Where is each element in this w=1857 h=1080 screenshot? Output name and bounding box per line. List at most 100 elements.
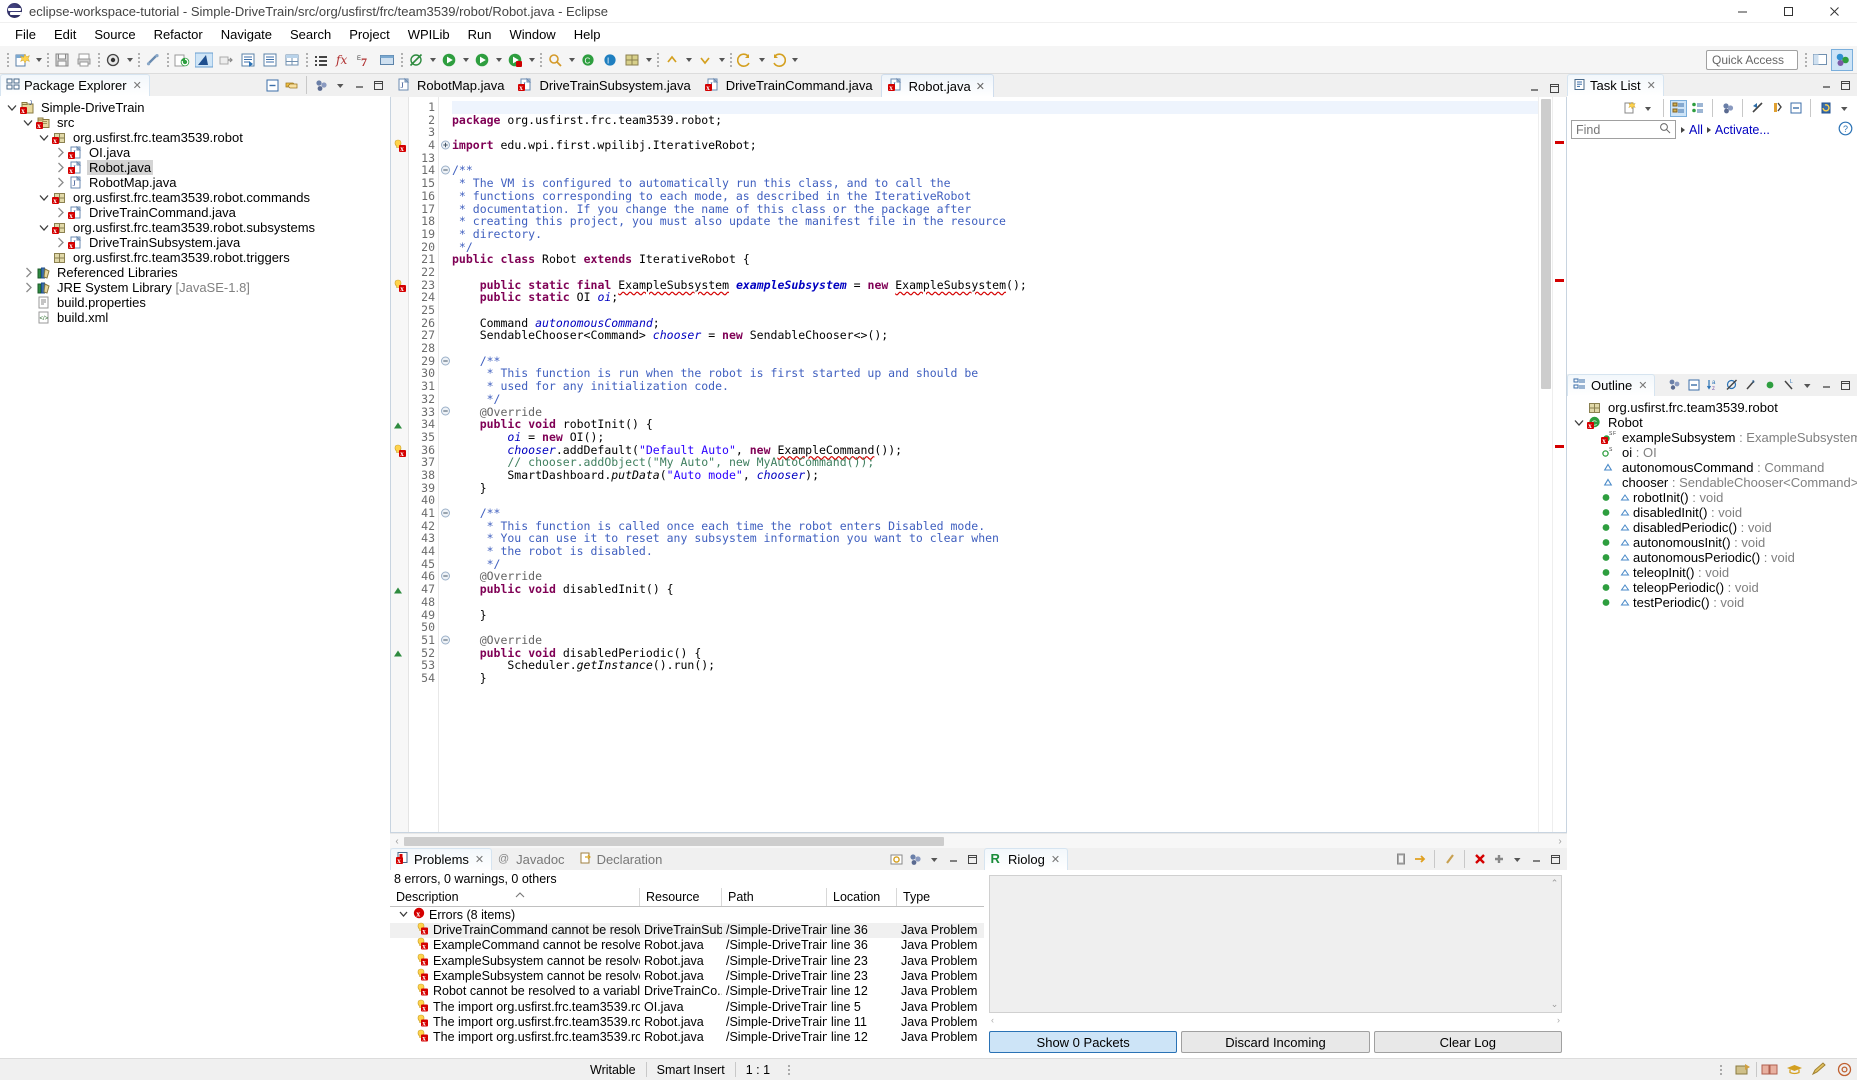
ez-icon[interactable]: E7 <box>354 49 376 71</box>
chevron-down-icon[interactable] <box>4 100 20 115</box>
debug-dropdown[interactable] <box>124 49 135 71</box>
java-perspective-icon[interactable] <box>1831 48 1853 71</box>
quick-access-input[interactable]: Quick Access <box>1706 49 1798 70</box>
chevron-right-icon[interactable] <box>52 235 68 250</box>
filter-all-link[interactable]: All <box>1689 123 1703 137</box>
view-menu-icon[interactable] <box>313 77 330 94</box>
build-icon[interactable] <box>1731 1059 1756 1080</box>
problems-table-row[interactable]: x The import org.usfirst.frc.team3539.rob… <box>390 1029 984 1045</box>
problems-table-row[interactable]: x ExampleSubsystem cannot be resolved to … <box>390 953 984 968</box>
close-icon[interactable]: ✕ <box>1638 379 1647 392</box>
riolog-maximize-icon[interactable] <box>1547 851 1564 868</box>
hide-nonpublic-icon[interactable] <box>1761 377 1778 394</box>
outline-item-robot[interactable]: Cx Robot <box>1567 415 1857 430</box>
chevron-down-icon[interactable] <box>398 908 409 922</box>
column-header-resource[interactable]: Resource <box>640 888 722 906</box>
link-icon[interactable] <box>142 49 164 71</box>
column-header-type[interactable]: Type <box>897 888 984 906</box>
editor-marker-column[interactable]: x x x <box>391 97 409 832</box>
menu-run[interactable]: Run <box>459 25 501 44</box>
maximize-icon[interactable] <box>370 77 387 94</box>
target-icon[interactable] <box>1832 1059 1857 1080</box>
terminate-red-icon[interactable] <box>1471 851 1488 868</box>
focus-on-selection-icon[interactable] <box>888 851 905 868</box>
skip-breakpoints-dropdown[interactable] <box>427 49 438 71</box>
tab-task-list[interactable]: Task List ✕ <box>1567 74 1664 96</box>
editor-tab-robot-java[interactable]: JxRobot.java ✕ <box>880 74 994 97</box>
new-task-icon[interactable] <box>1621 100 1638 117</box>
menu-window[interactable]: Window <box>500 25 564 44</box>
problems-view-menu-icon[interactable] <box>926 851 943 868</box>
riolog-console-hscrollbar[interactable]: ‹ › <box>989 1013 1562 1026</box>
next-annotation-dropdown[interactable] <box>716 49 727 71</box>
chevron-down-icon[interactable] <box>1571 415 1587 430</box>
restore-tasks-icon[interactable] <box>1768 100 1785 117</box>
run-external-dropdown[interactable] <box>526 49 537 71</box>
help-icon[interactable]: ? <box>1838 121 1853 139</box>
column-header-location[interactable]: Location <box>827 888 897 906</box>
minimize-button[interactable] <box>1719 0 1765 23</box>
menu-file[interactable]: File <box>6 25 45 44</box>
tree-item-org-usfirst-frc-team3539-robot-subsystems[interactable]: x org.usfirst.frc.team3539.robot.subsyste… <box>0 220 390 235</box>
filters-icon[interactable] <box>907 851 924 868</box>
fold-minus-icon[interactable] <box>439 570 452 583</box>
tab-outline[interactable]: Outline ✕ <box>1567 374 1656 396</box>
outline-item-examplesubsystem[interactable]: S Fx exampleSubsystem : ExampleSubsystem <box>1567 430 1857 445</box>
tab-javadoc[interactable]: @ Javadoc <box>492 848 573 870</box>
fold-minus-icon[interactable] <box>439 507 452 520</box>
tree-item-jre-system-library[interactable]: JRE System Library [JavaSE-1.8] <box>0 280 390 295</box>
close-icon[interactable]: ✕ <box>1647 79 1656 92</box>
editor-minimize-icon[interactable] <box>1526 80 1543 97</box>
discard-incoming-button[interactable]: Discard Incoming <box>1181 1031 1370 1053</box>
outline-view-menu-icon[interactable] <box>1799 377 1816 394</box>
properties-icon[interactable] <box>259 49 281 71</box>
problems-table[interactable]: Description Resource Path Location Type x <box>390 888 984 1045</box>
add-icon[interactable] <box>1490 851 1507 868</box>
menu-project[interactable]: Project <box>340 25 398 44</box>
riolog-view-menu-icon[interactable] <box>1509 851 1526 868</box>
menu-source[interactable]: Source <box>85 25 144 44</box>
tab-declaration[interactable]: Declaration <box>572 848 671 870</box>
outline-item-teleopinit[interactable]: teleopInit() : void <box>1567 565 1857 580</box>
new-wizard-icon[interactable] <box>11 49 33 71</box>
fold-minus-icon[interactable] <box>439 355 452 368</box>
graduation-icon[interactable] <box>1782 1059 1807 1080</box>
problems-minimize-icon[interactable] <box>945 851 962 868</box>
scroll-lock-icon[interactable] <box>1411 851 1428 868</box>
pause-icon[interactable] <box>1441 851 1458 868</box>
close-icon[interactable]: ✕ <box>475 853 484 866</box>
problems-table-row[interactable]: x Robot cannot be resolved to a variable D… <box>390 984 984 999</box>
view-dropdown-icon[interactable] <box>332 77 349 94</box>
open-type-icon[interactable]: C <box>577 49 599 71</box>
chevron-right-icon[interactable] <box>52 145 68 160</box>
editor-tab-robotmap-java[interactable]: J RobotMap.java <box>390 74 513 97</box>
outline-item-testperiodic[interactable]: testPeriodic() : void <box>1567 595 1857 610</box>
column-header-description[interactable]: Description <box>390 888 640 906</box>
tree-item-robotmap-java[interactable]: J RobotMap.java <box>0 175 390 190</box>
outline-item-robotinit[interactable]: robotInit() : void <box>1567 490 1857 505</box>
filter-all-arrow-icon[interactable] <box>1681 126 1685 133</box>
deploy-icon[interactable] <box>215 49 237 71</box>
task-collapse-all-icon[interactable] <box>1787 100 1804 117</box>
forward-dropdown[interactable] <box>789 49 800 71</box>
editor-horizontal-scrollbar[interactable]: ‹ › <box>390 833 1567 848</box>
print-icon[interactable] <box>73 49 95 71</box>
maximize-button[interactable] <box>1765 0 1811 23</box>
outline-minimize-icon[interactable] <box>1818 377 1835 394</box>
code-text-area[interactable]: package org.usfirst.frc.team3539.robot; … <box>452 97 1538 832</box>
menu-help[interactable]: Help <box>565 25 610 44</box>
table-icon[interactable] <box>281 49 303 71</box>
refresh-green-icon[interactable] <box>171 49 193 71</box>
override-marker-icon[interactable] <box>393 647 408 659</box>
editor-maximize-icon[interactable] <box>1546 80 1563 97</box>
toolbar-drag-handle[interactable] <box>6 51 9 69</box>
problems-table-row[interactable]: x DriveTrainCommand cannot be resolved to… <box>390 922 984 938</box>
wpilib-icon[interactable] <box>193 49 215 71</box>
outline-item-teleopperiodic[interactable]: teleopPeriodic() : void <box>1567 580 1857 595</box>
chevron-right-icon[interactable] <box>52 205 68 220</box>
run-icon[interactable] <box>438 49 460 71</box>
outline-item-oi[interactable]: Soi : OI <box>1567 445 1857 460</box>
window-icon[interactable] <box>376 49 398 71</box>
fold-minus-icon[interactable] <box>439 406 452 419</box>
refresh-repository-icon[interactable] <box>1817 100 1834 117</box>
